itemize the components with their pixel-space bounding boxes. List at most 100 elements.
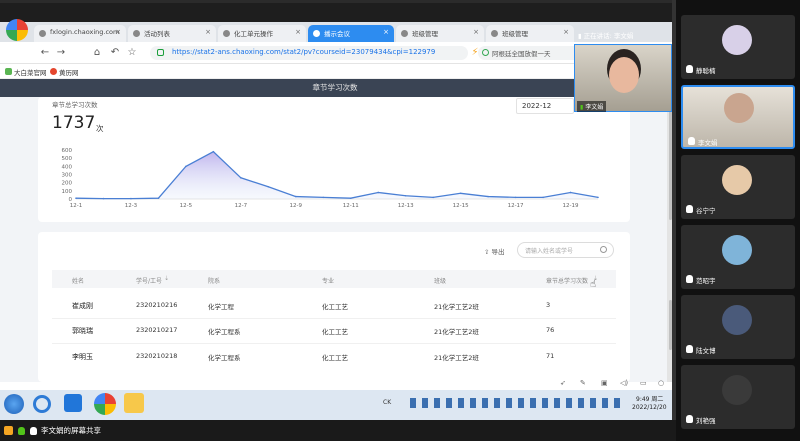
participant-name: 静聪楠 [696, 67, 716, 75]
tab-class-manage-1[interactable]: 班级管理 × [396, 25, 484, 42]
participant-tile[interactable]: 刘艳强 [681, 365, 795, 429]
x-tick-label: 12-19 [563, 203, 579, 209]
x-tick-label: 12-3 [125, 203, 138, 209]
cell-dept: 化学工程系 [208, 354, 241, 362]
bookmark-dabaicai[interactable]: 大白菜官网 [14, 67, 47, 77]
self-face [609, 57, 639, 93]
col-major: 专业 [322, 278, 335, 285]
data-point-12-16 [487, 195, 489, 198]
user-icon [4, 426, 13, 435]
cell-dept: 化学工程系 [208, 328, 241, 336]
cell-count: 71 [546, 352, 555, 360]
y-tick-label: 200 [62, 181, 73, 187]
col-name: 姓名 [72, 278, 85, 285]
x-tick-label: 12-9 [290, 203, 303, 209]
tab-meeting[interactable]: 播示会议 × [308, 25, 394, 42]
self-video[interactable]: ▮ 李文娟 [574, 44, 672, 112]
data-point-12-4 [157, 197, 160, 199]
col-id[interactable]: 学号/工号 [136, 276, 162, 285]
participant-name: 范昭宇 [696, 277, 716, 285]
mic-icon[interactable] [30, 427, 37, 435]
trash-icon[interactable]: ▣ [601, 379, 608, 387]
stat-label: 章节总学习次数 [52, 101, 98, 109]
ie-icon[interactable] [33, 395, 51, 413]
close-icon[interactable]: × [295, 28, 301, 36]
month-picker[interactable]: 2022-12 [516, 98, 574, 114]
meeting-app-icon[interactable] [64, 394, 82, 412]
col-count[interactable]: 章节总学习次数 [546, 276, 588, 285]
data-point-12-15 [459, 192, 462, 195]
participant-tile[interactable]: 静聪楠 [681, 15, 795, 79]
tab-class-manage-2[interactable]: 班级管理 × [486, 25, 574, 42]
chart-line [75, 150, 599, 200]
participant-name: 刘艳强 [696, 417, 716, 425]
participant-tile[interactable]: 范昭宇 [681, 225, 795, 289]
stat-unit: 次 [96, 124, 104, 133]
x-tick-label: 12-5 [180, 203, 193, 209]
data-point-12-3 [130, 197, 132, 200]
data-point-12-9 [294, 195, 297, 198]
home-icon[interactable]: ⌂ [92, 48, 102, 58]
data-point-12-13 [404, 194, 407, 197]
export-button[interactable]: ⇪ 导出 [484, 246, 505, 256]
close-icon[interactable]: × [383, 28, 389, 36]
tab-chem-unit[interactable]: 化工单元操作 × [218, 25, 306, 42]
close-icon[interactable]: × [473, 28, 479, 36]
cell-id: 2320210218 [136, 352, 178, 360]
avatar [722, 375, 752, 405]
url-field[interactable]: https://stat2-ans.chaoxing.com/stat2/pv?… [150, 46, 468, 60]
mic-icon[interactable] [18, 427, 25, 435]
ime-indicator[interactable]: CK [383, 399, 391, 406]
app-icon[interactable] [124, 393, 144, 413]
avatar [722, 235, 752, 265]
cell-name: 郭晓瑞 [72, 327, 93, 335]
comment-icon[interactable]: ▭ [640, 379, 647, 387]
data-point-12-10 [322, 196, 325, 199]
forward-icon[interactable]: → [56, 48, 66, 58]
close-icon[interactable]: × [563, 28, 569, 36]
start-icon[interactable] [4, 394, 24, 414]
back-icon[interactable]: ← [40, 48, 50, 58]
search-box[interactable]: 阿根廷全国放假一天 [478, 46, 582, 60]
rocket-icon[interactable]: ➶ [560, 379, 566, 387]
y-axis: 0100200300400500600 [62, 148, 73, 203]
participant-tile[interactable]: 李文娟 [681, 85, 795, 149]
lock-icon [157, 49, 164, 56]
windows-taskbar: CK 9:49 周二 2022/12/20 [0, 390, 676, 420]
pen-icon[interactable]: ✎ [580, 379, 586, 387]
close-icon[interactable]: × [205, 28, 211, 36]
data-point-12-8 [267, 185, 270, 188]
close-icon[interactable]: × [115, 28, 121, 36]
tab-fxlogin[interactable]: fxlogin.chaoxing.com × [34, 25, 126, 42]
panel-scroll-indicator [672, 0, 676, 420]
share-label: 李文娟的屏幕共享 [41, 426, 101, 435]
tab-strip: fxlogin.chaoxing.com × 活动列表 × 化工单元操作 × 播示会议… [0, 19, 676, 42]
search-input[interactable]: 请输入姓名或学号 [517, 242, 614, 258]
participant-tile[interactable]: 谷宁宁 [681, 155, 795, 219]
participant-tile[interactable]: 陆文博 [681, 295, 795, 359]
browser-logo-icon [6, 19, 28, 41]
data-point-12-20 [597, 196, 599, 199]
browser-app-icon[interactable] [94, 393, 116, 415]
cell-name: 崔成刚 [72, 302, 93, 310]
undo-icon[interactable]: ↶ [110, 48, 120, 58]
participant-name: 陆文博 [696, 347, 716, 355]
star-icon[interactable]: ☆ [127, 48, 137, 58]
page-icon [401, 30, 408, 37]
search-icon[interactable] [600, 246, 607, 253]
search-icon[interactable]: ○ [658, 379, 664, 387]
row-divider [52, 318, 616, 319]
page-icon [313, 30, 320, 37]
bookmark-icon [50, 68, 57, 75]
bookmark-huangli[interactable]: 黄历网 [59, 67, 79, 77]
volume-icon[interactable]: ◁) [620, 379, 628, 387]
tab-activity-list[interactable]: 活动列表 × [128, 25, 216, 42]
sort-icon[interactable]: ⇣ [164, 275, 169, 282]
search-engine-icon [482, 49, 489, 56]
avatar [724, 93, 754, 123]
page-icon [491, 30, 498, 37]
col-dept: 院系 [208, 278, 221, 285]
cell-class: 21化学工艺2班 [434, 354, 479, 362]
avatar [722, 25, 752, 55]
data-point-12-11 [349, 197, 352, 199]
